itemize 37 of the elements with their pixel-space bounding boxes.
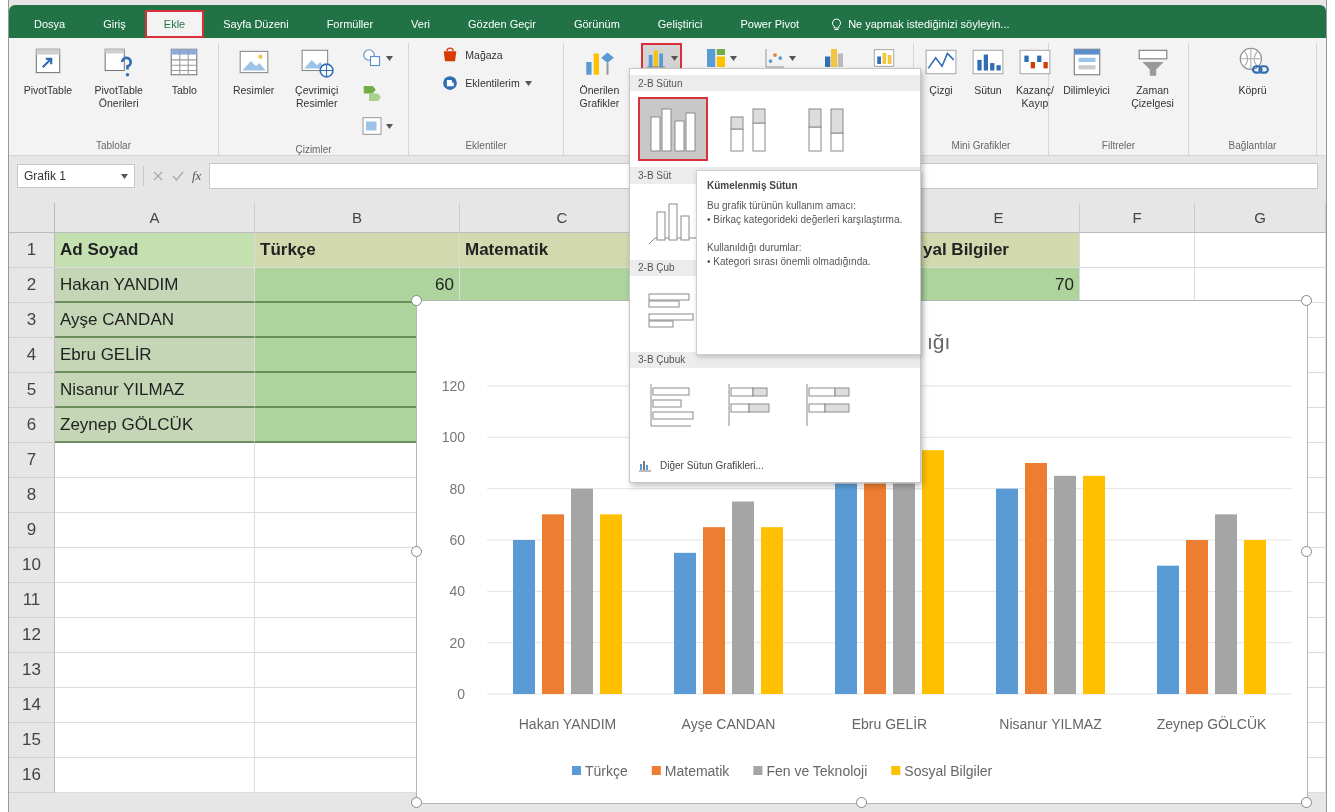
table-cell: Türkçe	[255, 233, 460, 268]
table-cell: 60	[255, 268, 460, 303]
name-box-text: Grafik 1	[24, 169, 66, 183]
group-label: Çizimler	[294, 143, 333, 157]
group-label: Bağlantılar	[1227, 139, 1278, 153]
axis-label: 0	[457, 686, 465, 702]
axis-label: 80	[449, 480, 465, 497]
menu-section-header: 2-B Sütun	[630, 75, 920, 92]
table-cell: Ad Soyad	[55, 233, 255, 268]
table-cell: yal Bilgiler	[918, 233, 1080, 268]
group-label: Mini Grafikler	[950, 139, 1012, 153]
legend-label: Türkçe	[585, 763, 628, 779]
legend-label: Matematik	[664, 763, 730, 779]
category-label: Nisanur YILMAZ	[999, 716, 1102, 732]
axis-label: 40	[449, 583, 465, 600]
tooltip-text: Kullanıldığı durumlar:	[707, 241, 803, 255]
category-label: Zeynep GÖLCÜK	[1156, 716, 1267, 732]
category-label: Ayşe CANDAN	[681, 716, 776, 732]
axis-label: 100	[441, 429, 465, 446]
tooltip-text: • Birkaç kategorideki değerleri karşılaştırma.	[707, 213, 904, 227]
category-label: Hakan YANDIM	[518, 716, 617, 732]
table-cell: Hakan YANDIM	[55, 268, 255, 303]
axis-label: 20	[449, 634, 465, 651]
legend-label: Sosyal Bilgiler	[904, 763, 993, 779]
tooltip-text: Bu grafik türünün kullanım amacı:	[707, 199, 857, 213]
table-cell: Nisanur YILMAZ	[55, 373, 255, 408]
axis-label: 60	[449, 532, 465, 548]
table-cell: Ebru GELİR	[55, 338, 255, 373]
legend-label: Fen ve Teknoloji	[766, 763, 868, 779]
table-cell: Zeynep GÖLCÜK	[55, 408, 255, 443]
group-label: Filtreler	[1100, 139, 1137, 153]
chart-title: ığı	[927, 330, 951, 353]
group-label: Tablolar	[95, 139, 132, 153]
category-label: Ebru GELİR	[851, 716, 928, 732]
group-label: Eklentiler	[464, 139, 508, 153]
table-cell: Ayşe CANDAN	[55, 303, 255, 338]
axis-label: 120	[441, 378, 465, 394]
